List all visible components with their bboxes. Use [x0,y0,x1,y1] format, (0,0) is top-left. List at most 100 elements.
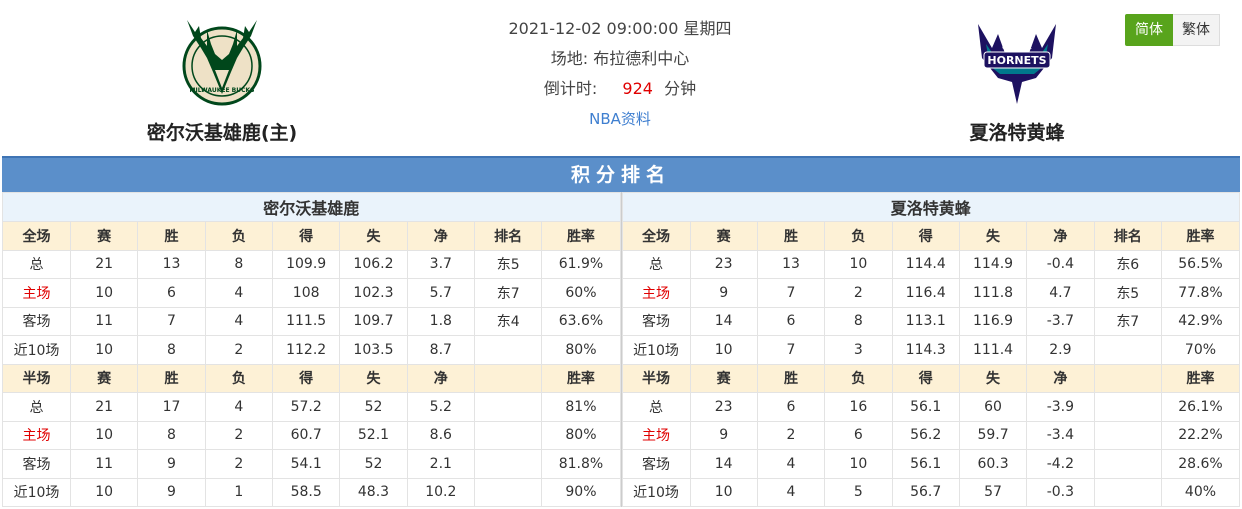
language-switch: 简体 繁体 [1125,14,1220,46]
column-header: 胜 [137,363,206,393]
table-row: 总 21 13 8 109.9 106.2 3.7 东5 61.9% [2,249,621,279]
table-cell: 28.6% [1160,449,1241,479]
column-header: 净 [406,363,475,393]
table-cell: 东7 [473,278,543,308]
table-cell: 116.4 [891,278,960,308]
column-header: 失 [339,221,408,251]
table-cell: 56.5% [1160,249,1241,279]
table-row: 客场 14 6 8 113.1 116.9 -3.7 东7 42.9% [621,306,1241,336]
table-cell: 10 [689,335,758,365]
table-cell: 21 [69,392,139,422]
table-cell: 106.2 [339,249,408,279]
table-cell: 108 [271,278,341,308]
column-header: 负 [204,363,273,393]
table-cell: 114.3 [891,335,960,365]
column-header: 胜 [756,221,826,251]
table-cell: 2.9 [1026,335,1095,365]
table-row: 近10场 10 8 2 112.2 103.5 8.7 80% [2,335,621,365]
column-header: 净 [1026,221,1095,251]
table-cell: 9 [689,278,758,308]
table-cell: 60.3 [958,449,1028,479]
table-cell: 40% [1160,477,1241,507]
table-cell: 22.2% [1160,420,1241,450]
table-cell: 60% [541,278,621,308]
table-cell: 109.7 [339,306,408,336]
traditional-chinese-button[interactable]: 繁体 [1173,14,1220,46]
column-header: 净 [1026,363,1095,393]
table-cell: 57 [958,477,1028,507]
table-cell [473,335,543,365]
simplified-chinese-button[interactable]: 简体 [1125,14,1173,46]
match-datetime: 2021-12-02 09:00:00 星期四 [508,19,732,38]
table-cell: 80% [541,335,621,365]
table-cell: 东4 [473,306,543,336]
match-venue: 场地: 布拉德利中心 [420,44,820,74]
table-cell: 48.3 [339,477,408,507]
table-cell: 21 [69,249,139,279]
table-cell: 主场 [621,278,691,308]
column-header: 负 [824,221,893,251]
table-cell: 4 [204,278,273,308]
table-cell: 63.6% [541,306,621,336]
table-cell: 东6 [1093,249,1162,279]
table-cell: 80% [541,420,621,450]
table-row: 主场 10 6 4 108 102.3 5.7 东7 60% [2,278,621,308]
table-cell: 23 [689,249,758,279]
table-cell: 4.7 [1026,278,1095,308]
table-cell: 56.2 [891,420,960,450]
table-cell: 9 [137,477,206,507]
table-row: 总 23 13 10 114.4 114.9 -0.4 东6 56.5% [621,249,1241,279]
header-row: 半场赛胜负得失净 胜率 [2,363,621,393]
bucks-logo-text: MILWAUKEE BUCKS [190,87,255,94]
table-cell: 54.1 [271,449,341,479]
away-team: HORNETS CHARLOTTE 夏洛特黄蜂 [917,8,1117,145]
home-team: MILWAUKEE BUCKS 密尔沃基雄鹿(主) [122,8,322,145]
table-cell [473,477,543,507]
table-cell: 总 [2,392,71,422]
table-cell: 116.9 [958,306,1028,336]
nba-info-link[interactable]: NBA资料 [589,110,651,128]
table-cell: 56.1 [891,392,960,422]
table-cell: 90% [541,477,621,507]
table-cell [473,420,543,450]
home-team-name: 密尔沃基雄鹿(主) [146,122,298,144]
column-header [1093,363,1162,393]
standings-section-title: 积分排名 [2,156,1240,192]
column-header: 全场 [621,221,691,251]
column-header: 赛 [689,363,758,393]
countdown-value: 924 [622,79,653,98]
table-cell: 56.7 [891,477,960,507]
column-header [473,363,543,393]
table-cell: 东5 [1093,278,1162,308]
table-cell: 5.2 [406,392,475,422]
table-cell: 东7 [1093,306,1162,336]
away-standings: 夏洛特黄蜂 全场赛胜负得失净排名 胜率总 23 13 10 114.4 114.9 -0.4 东… [620,192,1241,507]
table-cell: 103.5 [339,335,408,365]
table-row: 总 21 17 4 57.2 52 5.2 81% [2,392,621,422]
table-cell: 8 [137,335,206,365]
standings-panels: 密尔沃基雄鹿 全场赛胜负得失净排名 胜率总 21 13 8 109.9 106.2 3.7 东5… [2,192,1241,507]
table-cell: -3.7 [1026,306,1095,336]
table-cell: 114.9 [958,249,1028,279]
column-header: 赛 [69,221,139,251]
column-header: 全场 [2,221,71,251]
home-standings: 密尔沃基雄鹿 全场赛胜负得失净排名 胜率总 21 13 8 109.9 106.2 3.7 东5… [2,192,621,507]
column-header: 胜率 [541,221,621,251]
table-cell: 10 [69,477,139,507]
table-cell: 114.4 [891,249,960,279]
table-cell: 8 [137,420,206,450]
header-row: 全场赛胜负得失净排名 胜率 [621,221,1241,251]
table-cell: 58.5 [271,477,341,507]
column-header: 失 [958,221,1028,251]
table-cell: 6 [137,278,206,308]
hornets-logo-icon: HORNETS CHARLOTTE [978,24,1056,104]
table-cell: 客场 [2,449,71,479]
away-table-team-name: 夏洛特黄蜂 [621,192,1240,222]
table-cell [1093,477,1162,507]
match-header: MILWAUKEE BUCKS 密尔沃基雄鹿(主) 2021-12-02 09:… [0,0,1242,156]
table-cell: 6 [756,392,826,422]
column-header: 胜 [756,363,826,393]
table-cell: 81.8% [541,449,621,479]
table-row: 近10场 10 9 1 58.5 48.3 10.2 90% [2,477,621,507]
column-header: 胜率 [541,363,621,393]
